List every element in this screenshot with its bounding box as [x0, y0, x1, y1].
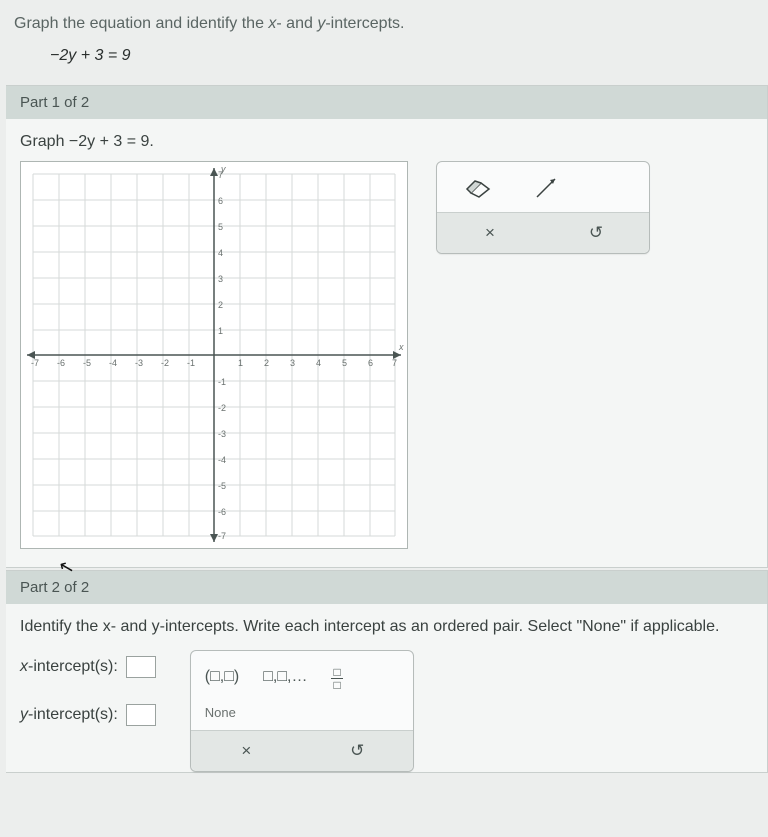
svg-text:2: 2	[264, 358, 269, 368]
svg-text:4: 4	[218, 248, 223, 258]
part-1: Part 1 of 2 Graph −2y + 3 = 9.	[6, 85, 768, 568]
clear-graph-button[interactable]: ×	[437, 213, 543, 253]
svg-text:6: 6	[368, 358, 373, 368]
svg-text:7: 7	[392, 358, 397, 368]
svg-text:5: 5	[218, 222, 223, 232]
svg-text:-2: -2	[161, 358, 169, 368]
graph-toolbox: × ↺	[436, 161, 650, 254]
svg-text:-7: -7	[218, 531, 226, 541]
clear-input-button[interactable]: ×	[191, 731, 302, 771]
svg-text:y: y	[220, 164, 226, 174]
part-1-header: Part 1 of 2	[6, 86, 767, 119]
ordered-pair-button[interactable]: (□,□)	[205, 668, 239, 686]
eraser-icon[interactable]	[461, 174, 495, 202]
x-intercept-label: x-intercept(s):	[20, 658, 118, 676]
svg-text:x: x	[398, 342, 404, 352]
input-palette: (□,□) □,□,… □□ None × ↺	[190, 650, 414, 772]
svg-text:-1: -1	[187, 358, 195, 368]
svg-text:-3: -3	[135, 358, 143, 368]
fraction-button[interactable]: □□	[331, 663, 342, 691]
svg-text:6: 6	[218, 196, 223, 206]
part-1-subprompt: Graph −2y + 3 = 9.	[20, 133, 755, 151]
svg-text:-5: -5	[83, 358, 91, 368]
none-button[interactable]: None	[205, 705, 236, 720]
svg-text:4: 4	[316, 358, 321, 368]
svg-text:-6: -6	[218, 507, 226, 517]
graph-canvas[interactable]: -7 -6 -5 -4 -3 -2 -1 1 2 3 4 5 6 7 7 6	[20, 161, 408, 549]
reset-input-button[interactable]: ↺	[302, 731, 413, 771]
svg-text:-1: -1	[218, 377, 226, 387]
svg-text:5: 5	[342, 358, 347, 368]
line-tool-icon[interactable]	[529, 174, 563, 202]
part-2: ↖ Part 2 of 2 Identify the x- and y-inte…	[6, 570, 768, 773]
svg-text:2: 2	[218, 300, 223, 310]
y-intercept-input[interactable]	[126, 704, 156, 726]
svg-text:-2: -2	[218, 403, 226, 413]
part-2-header: Part 2 of 2	[6, 571, 767, 604]
svg-text:-7: -7	[31, 358, 39, 368]
svg-text:-4: -4	[218, 455, 226, 465]
svg-text:-4: -4	[109, 358, 117, 368]
svg-text:3: 3	[290, 358, 295, 368]
x-intercept-input[interactable]	[126, 656, 156, 678]
y-intercept-label: y-intercept(s):	[20, 706, 118, 724]
question-equation: −2y + 3 = 9	[14, 33, 754, 65]
part-2-prompt: Identify the x- and y-intercepts. Write …	[20, 618, 755, 636]
svg-text:-6: -6	[57, 358, 65, 368]
svg-text:-5: -5	[218, 481, 226, 491]
reset-graph-button[interactable]: ↺	[543, 213, 649, 253]
svg-text:3: 3	[218, 274, 223, 284]
list-button[interactable]: □,□,…	[263, 668, 307, 686]
svg-text:-3: -3	[218, 429, 226, 439]
svg-text:1: 1	[218, 326, 223, 336]
svg-text:1: 1	[238, 358, 243, 368]
question-prompt: Graph the equation and identify the x- a…	[14, 15, 754, 33]
